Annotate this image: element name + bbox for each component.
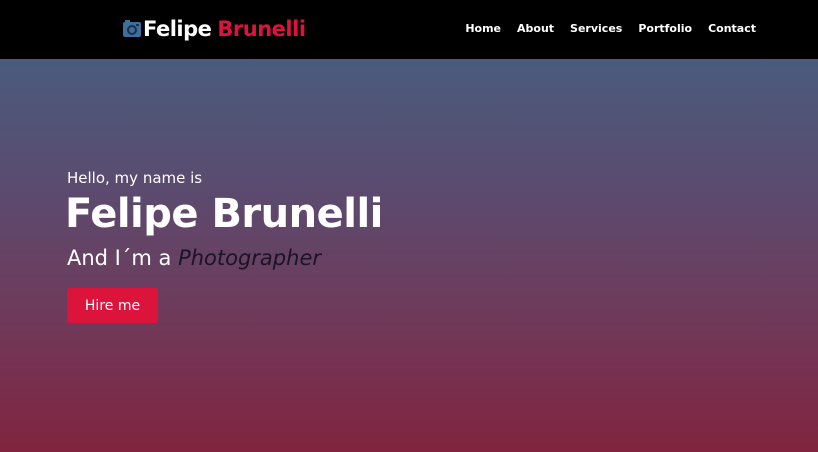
nav-menu: Home About Services Portfolio Contact [465,22,756,35]
hero-greeting: Hello, my name is [67,169,203,187]
nav-services[interactable]: Services [570,22,622,35]
navbar: Felipe Brunelli Home About Services Port… [0,0,818,59]
tagline-role: Photographer [178,246,321,270]
brand-logo[interactable]: Felipe Brunelli [122,16,306,42]
nav-home[interactable]: Home [465,22,501,35]
nav-contact[interactable]: Contact [708,22,756,35]
camera-icon [122,19,142,39]
hire-me-button[interactable]: Hire me [67,288,158,323]
tagline-prefix: And I´m a [67,246,172,270]
hero-name: Felipe Brunelli [65,191,383,237]
brand-last-name: Brunelli [217,17,306,41]
nav-about[interactable]: About [517,22,554,35]
nav-portfolio[interactable]: Portfolio [638,22,692,35]
hero-section: Hello, my name is Felipe Brunelli And I´… [0,59,818,452]
brand-first-name: Felipe [143,17,212,41]
hero-tagline: And I´m a Photographer [67,246,321,270]
